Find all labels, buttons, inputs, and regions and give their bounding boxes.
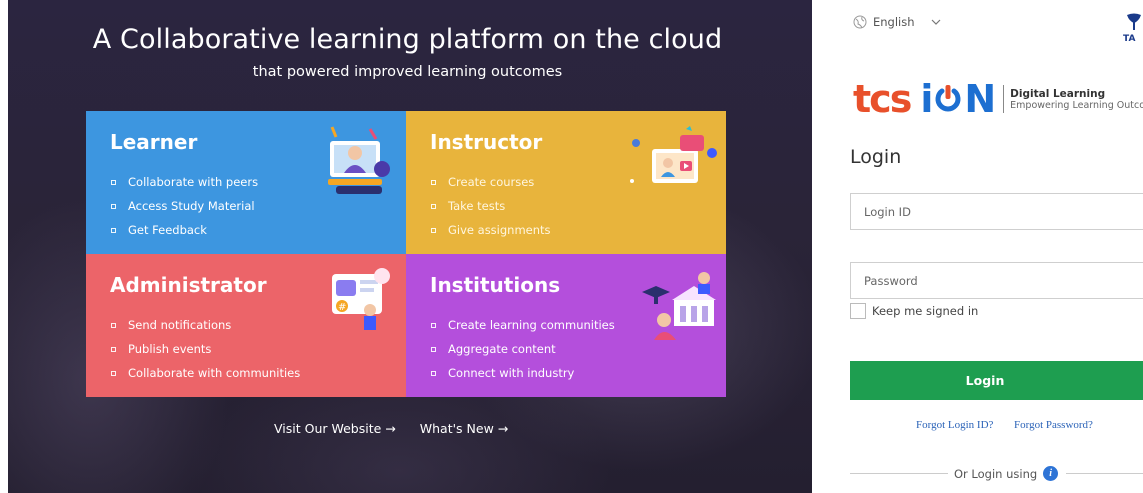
password-field[interactable]: Password (850, 262, 1143, 299)
institutions-card: Institutions Create learning communities… (406, 254, 726, 397)
bullet-icon (431, 346, 436, 352)
svg-text:TA: TA (1123, 34, 1135, 43)
list-item-label: Give assignments (448, 223, 551, 237)
login-button[interactable]: Login (850, 361, 1143, 400)
list-item-label: Collaborate with communities (128, 366, 301, 380)
institutions-illustration-icon (642, 272, 716, 340)
bullet-icon (111, 370, 116, 376)
login-id-placeholder: Login ID (864, 204, 911, 219)
instructor-illustration-icon (630, 126, 717, 183)
logo-divider (1003, 85, 1005, 113)
whats-new-link[interactable]: What's New → (420, 421, 508, 436)
list-item: Publish events (110, 337, 406, 361)
login-panel: English TA tcs i N Digital Learning Empo… (815, 0, 1143, 493)
remember-me: Keep me signed in (850, 303, 978, 319)
hero-section: A Collaborative learning platform on the… (0, 0, 815, 493)
divider-line (1066, 473, 1143, 474)
language-label: English (873, 15, 915, 29)
chevron-down-icon (931, 19, 940, 25)
bullet-icon (431, 179, 436, 185)
logo-tagline: Digital Learning Empowering Learning Out… (1010, 88, 1143, 111)
list-item-label: Create courses (448, 175, 535, 189)
administrator-card: Administrator Send notifications Publish… (86, 254, 406, 397)
forgot-password-link[interactable]: Forgot Password? (1014, 419, 1093, 431)
list-item: Take tests (430, 194, 726, 218)
forgot-login-id-link[interactable]: Forgot Login ID? (916, 419, 993, 431)
list-item: Connect with industry (430, 361, 726, 385)
list-item-label: Access Study Material (128, 199, 255, 213)
login-id-field[interactable]: Login ID (850, 193, 1143, 230)
list-item-label: Get Feedback (128, 223, 207, 237)
tata-logo-icon: TA (1123, 13, 1141, 43)
list-item-label: Send notifications (128, 318, 232, 332)
list-item-label: Connect with industry (448, 366, 575, 380)
bullet-icon (111, 179, 116, 185)
globe-icon (853, 15, 867, 29)
list-item-label: Create learning communities (448, 318, 615, 332)
svg-text:#: # (338, 302, 346, 313)
bullet-icon (431, 203, 436, 209)
instructor-card: Instructor Create courses Take tests Giv… (406, 111, 726, 254)
bullet-icon (111, 227, 116, 233)
list-item-label: Publish events (128, 342, 212, 356)
or-login-using-label: Or Login using (954, 466, 1038, 481)
logo-tag-sub: Empowering Learning Outcomes (1010, 99, 1143, 111)
list-item-label: Collaborate with peers (128, 175, 259, 189)
language-selector[interactable]: English (853, 15, 941, 29)
bullet-icon (111, 203, 116, 209)
learner-card: Learner Collaborate with peers Access St… (86, 111, 406, 254)
list-item-label: Take tests (448, 199, 506, 213)
learner-illustration-icon (328, 126, 390, 194)
logo-ion-i: i (920, 77, 933, 121)
role-card-grid: Learner Collaborate with peers Access St… (86, 111, 726, 397)
divider-line (850, 473, 948, 474)
hero-links: Visit Our Website → What's New → (274, 421, 508, 436)
bullet-icon (111, 346, 116, 352)
power-icon (935, 85, 961, 112)
logo-tag-title: Digital Learning (1010, 87, 1106, 100)
remember-me-checkbox[interactable] (850, 303, 866, 319)
list-item: Collaborate with communities (110, 361, 406, 385)
bullet-icon (431, 370, 436, 376)
bullet-icon (431, 227, 436, 233)
hero-subtitle: that powered improved learning outcomes (252, 64, 563, 80)
logo-ion-n: N (964, 77, 996, 121)
logo-ion-text: i N (920, 77, 996, 121)
hero-title: A Collaborative learning platform on the… (92, 24, 723, 55)
list-item: Give assignments (430, 218, 726, 242)
password-placeholder: Password (864, 273, 918, 288)
bullet-icon (431, 322, 436, 328)
list-item-label: Aggregate content (448, 342, 556, 356)
tcs-ion-logo: tcs i N Digital Learning Empowering Lear… (853, 80, 1143, 118)
or-login-using-divider: Or Login using i (850, 466, 1143, 481)
visit-website-link[interactable]: Visit Our Website → (274, 421, 396, 436)
bullet-icon (111, 322, 116, 328)
login-heading: Login (850, 146, 902, 168)
remember-me-label: Keep me signed in (872, 304, 979, 318)
administrator-illustration-icon: # (332, 268, 390, 330)
list-item: Get Feedback (110, 218, 406, 242)
logo-tcs-text: tcs (853, 77, 912, 121)
info-icon[interactable]: i (1043, 466, 1059, 481)
